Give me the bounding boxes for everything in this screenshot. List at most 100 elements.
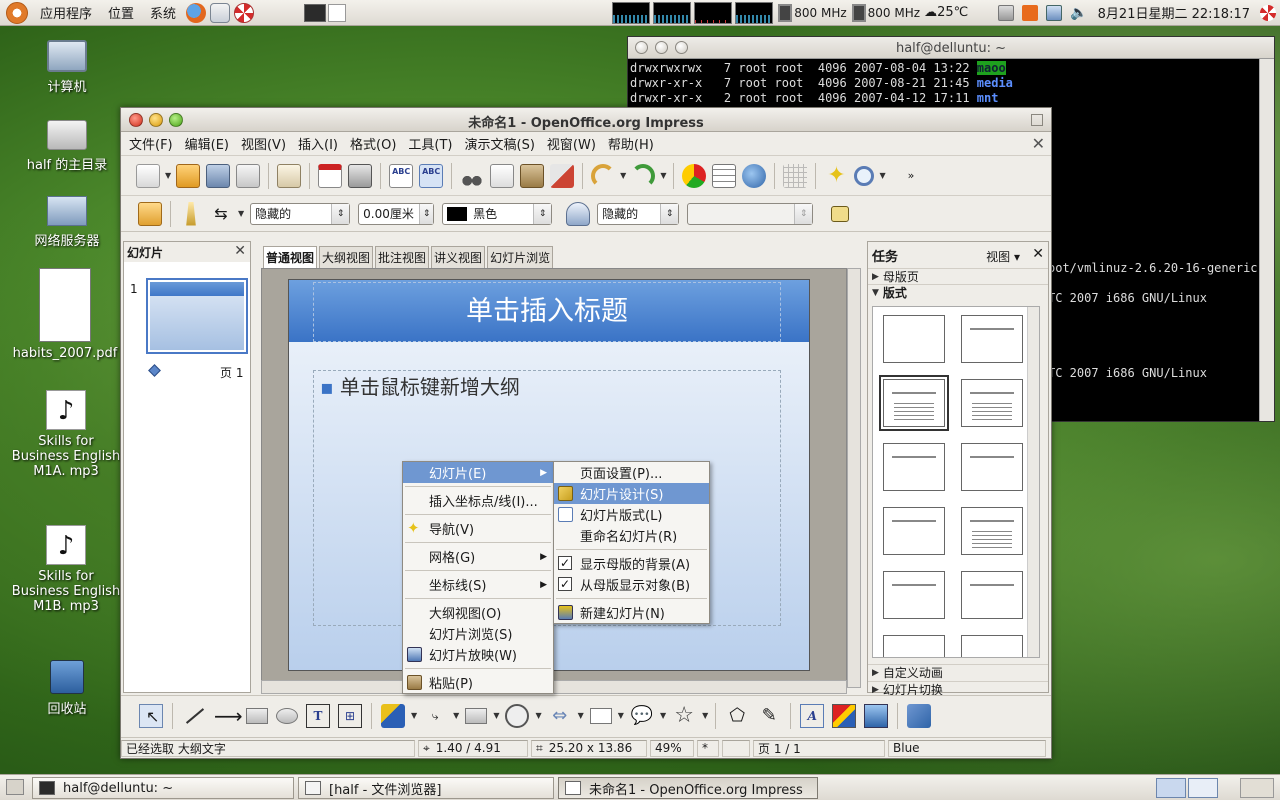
tasks-view-menu[interactable]: 视图 ▾ (986, 248, 1020, 265)
terminal-close-button[interactable] (635, 41, 648, 54)
terminal-launcher-icon[interactable] (304, 3, 327, 22)
chevron-down-icon[interactable]: ▼ (660, 711, 666, 720)
line-color-select[interactable]: 黑色 ⇕ (442, 202, 553, 225)
mail-icon[interactable] (210, 2, 231, 23)
line-pen-icon[interactable] (186, 201, 196, 226)
spellcheck-icon[interactable]: ABC (389, 163, 414, 188)
copy-icon[interactable] (490, 163, 515, 188)
rectangle-tool-icon[interactable] (246, 707, 268, 724)
chevron-down-icon[interactable]: ▼ (453, 711, 459, 720)
network-tray-icon[interactable] (1046, 4, 1063, 21)
close-icon[interactable]: ✕ (1032, 246, 1044, 262)
glue-points-icon[interactable]: ✎ (757, 704, 781, 728)
section-custom-animation[interactable]: ▶ 自定义动画 (868, 664, 1048, 680)
desktop-icon-mp3-1a[interactable]: ♪ Skills for Business English M1A. mp3 (10, 390, 122, 479)
area-style-select[interactable]: 隐藏的 ⇕ (597, 202, 680, 225)
select-arrow-icon[interactable]: ↖ (139, 703, 163, 728)
cut-icon[interactable] (460, 163, 485, 188)
connector-tool-icon[interactable]: ⤷ (423, 704, 447, 728)
new-document-icon[interactable] (136, 163, 160, 188)
slide-thumbnail[interactable] (146, 278, 248, 354)
chevron-down-icon[interactable]: ▼ (660, 171, 666, 180)
trash-applet-icon[interactable] (1240, 778, 1274, 798)
chevron-down-icon[interactable]: ▼ (702, 711, 708, 720)
menu-view[interactable]: 视图(V) (235, 134, 292, 153)
text-tool-icon[interactable]: T (306, 703, 330, 728)
layout-title-table[interactable] (961, 507, 1023, 555)
curve-tool-icon[interactable] (381, 703, 405, 728)
print-icon[interactable] (348, 163, 373, 188)
desktop-icon-pdf[interactable]: habits_2007.pdf (10, 268, 120, 361)
flowchart-icon[interactable] (589, 707, 612, 724)
printer-tray-icon[interactable] (998, 4, 1015, 21)
tab-normal-view[interactable]: 普通视图 (263, 246, 318, 268)
edit-file-icon[interactable] (277, 163, 302, 188)
redo-icon[interactable] (631, 163, 656, 188)
menu-insert[interactable]: 插入(I) (292, 134, 344, 153)
hand-pointer-icon[interactable] (138, 201, 162, 226)
chevron-down-icon[interactable]: ▼ (620, 171, 626, 180)
tab-handout-view[interactable]: 讲义视图 (431, 246, 486, 268)
context-item-insert-snap[interactable]: 插入坐标点/线(I)... (403, 490, 553, 511)
help-icon[interactable] (234, 2, 255, 23)
tab-notes-view[interactable]: 批注视图 (375, 246, 430, 268)
desktop-icon-computer[interactable]: 计算机 (12, 40, 122, 95)
paste-icon[interactable] (520, 163, 545, 188)
extrusion-icon[interactable] (907, 703, 932, 728)
load-monitor-icon[interactable] (735, 1, 774, 24)
table-icon[interactable] (712, 163, 737, 188)
spin-arrows-icon[interactable]: ⇕ (794, 203, 813, 224)
menu-tools[interactable]: 工具(T) (402, 134, 458, 153)
window-maximize-button[interactable] (169, 112, 183, 127)
layout-title-text-chart[interactable] (961, 571, 1023, 619)
context-item-paste[interactable]: 粘贴(P) (403, 672, 553, 693)
slide-title-placeholder[interactable]: 单击插入标题 (313, 282, 781, 342)
context-item-snap-lines[interactable]: 坐标线(S) ▶ (403, 574, 553, 595)
ubuntu-logo-icon[interactable] (6, 1, 28, 24)
chevron-down-icon[interactable]: ▼ (879, 171, 885, 180)
clock[interactable]: 8月21日星期二 22:18:17 (1098, 3, 1250, 22)
context-item-slide[interactable]: 幻灯片(E) ▶ (403, 462, 553, 483)
submenu-item-slide-layout[interactable]: 幻灯片版式(L) (554, 504, 709, 525)
menu-format[interactable]: 格式(O) (344, 134, 402, 153)
terminal-scrollbar[interactable] (1259, 59, 1274, 421)
autospellcheck-icon[interactable]: ABC (419, 163, 444, 188)
chevron-down-icon[interactable]: ▼ (238, 209, 244, 218)
tab-outline-view[interactable]: 大纲视图 (319, 246, 374, 268)
terminal-minimize-button[interactable] (655, 41, 668, 54)
workspace-1[interactable] (1156, 778, 1186, 798)
workspace-2[interactable] (1188, 778, 1218, 798)
desktop-icon-network[interactable]: 网络服务器 (12, 196, 122, 249)
layout-title-content[interactable] (879, 375, 949, 431)
taskbar-item-terminal[interactable]: half@delluntu: ~ (32, 777, 294, 799)
from-file-image-icon[interactable] (832, 703, 857, 728)
vertical-text-tool-icon[interactable]: ⊞ (338, 703, 362, 728)
network-monitor-icon[interactable] (694, 1, 733, 24)
cpu-frequency-1[interactable]: 800 MHz (794, 6, 846, 20)
impress-titlebar[interactable]: 未命名1 - OpenOffice.org Impress (121, 108, 1051, 132)
taskbar-item-impress[interactable]: 未命名1 - OpenOffice.org Impress (558, 777, 818, 799)
context-item-slide-sorter[interactable]: 幻灯片浏览(S) (403, 623, 553, 644)
menu-system[interactable]: 系统 (142, 3, 184, 22)
line-tool-icon[interactable] (182, 704, 206, 728)
layout-title-box[interactable] (961, 443, 1023, 491)
stars-icon[interactable]: ☆ (672, 703, 696, 728)
weather-temperature[interactable]: 25℃ (937, 5, 968, 20)
hyperlink-globe-icon[interactable] (742, 163, 767, 188)
cpu-frequency-2[interactable]: 800 MHz (868, 6, 920, 20)
chart-icon[interactable] (682, 163, 707, 188)
symbol-shapes-icon[interactable] (505, 703, 530, 728)
menu-edit[interactable]: 编辑(E) (179, 134, 235, 153)
horizontal-scrollbar[interactable] (261, 680, 847, 694)
close-icon[interactable]: ✕ (234, 243, 246, 259)
area-fill-select[interactable]: ⇕ (687, 202, 814, 225)
section-master-pages[interactable]: ▶ 母版页 (868, 268, 1048, 284)
line-width-spinner[interactable]: 0.00厘米 ⇕ (358, 202, 435, 225)
layout-partial-1[interactable] (883, 635, 945, 657)
system-monitor-icon[interactable] (612, 1, 651, 24)
email-document-icon[interactable] (236, 163, 261, 188)
layout-title-chart[interactable] (883, 507, 945, 555)
context-item-outline-view[interactable]: 大纲视图(O) (403, 602, 553, 623)
desktop-icon-mp3-1b[interactable]: ♪ Skills for Business English M1B. mp3 (10, 525, 122, 614)
menu-help[interactable]: 帮助(H) (602, 134, 660, 153)
